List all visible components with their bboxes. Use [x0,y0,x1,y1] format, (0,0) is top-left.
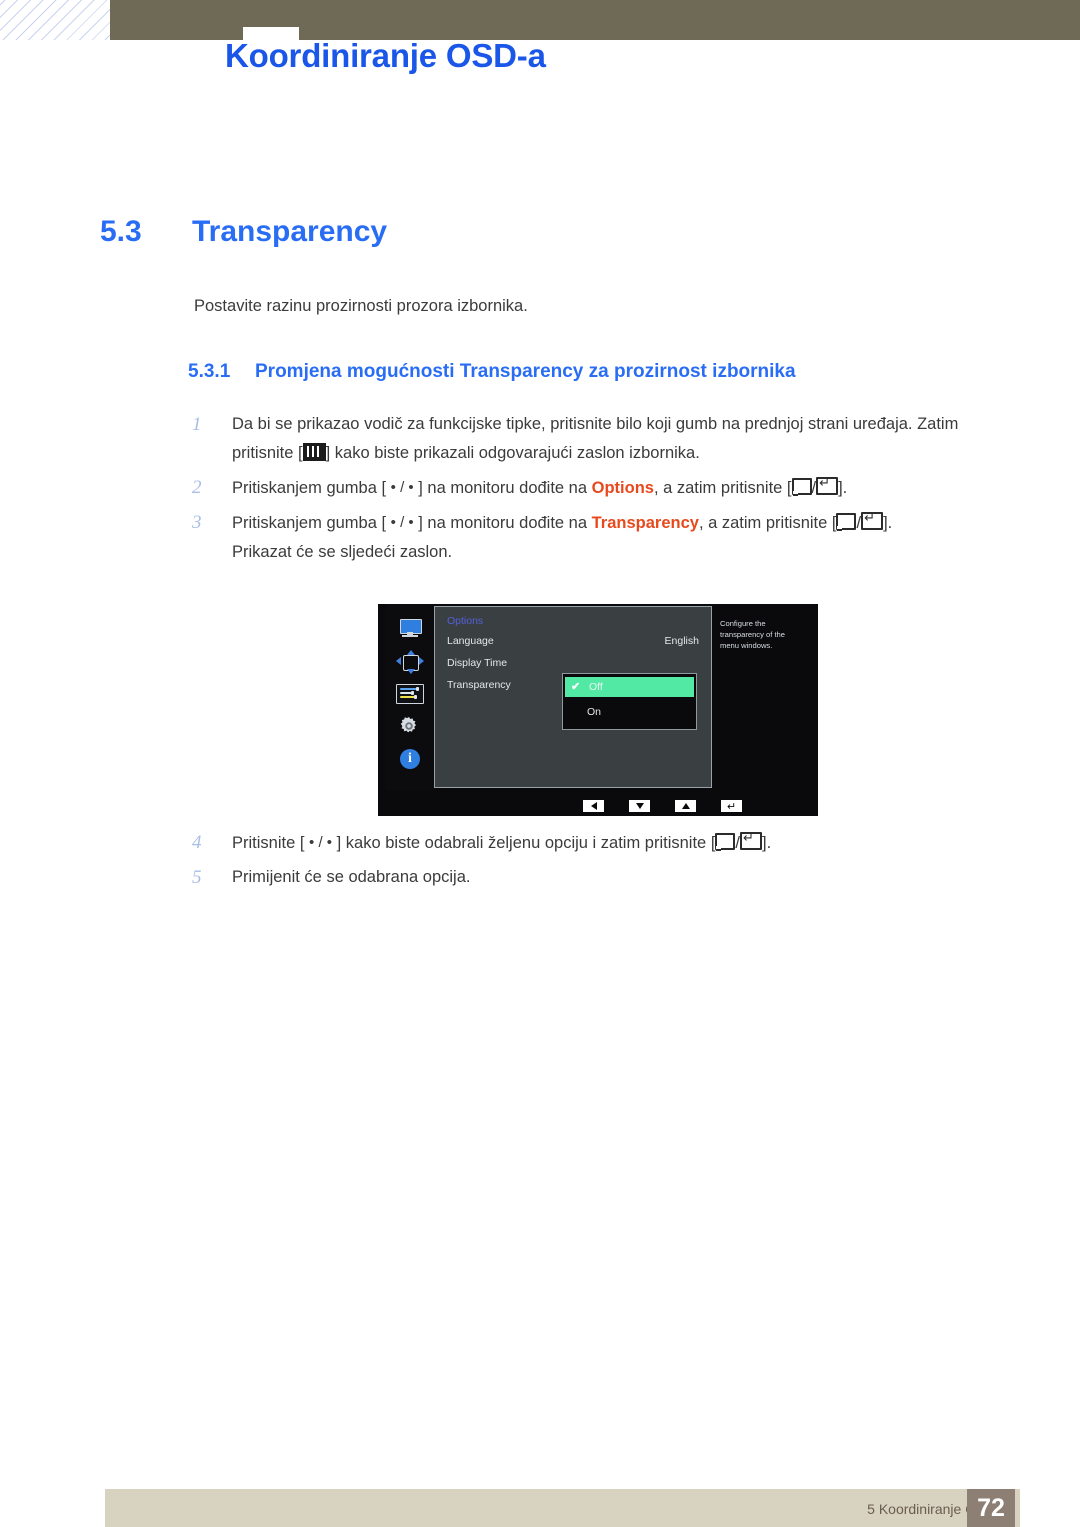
osd-screenshot-figure: i Options Language English Display Time … [378,604,818,816]
step-text-part: ]. [762,834,772,852]
step-text: Da bi se prikazao vodič za funkcijske ti… [232,410,1020,468]
return-rect-icon [791,478,812,496]
step-text: Primijenit će se odabrana opcija. [232,868,471,886]
gear-icon[interactable] [397,715,423,737]
step-text-part: ] na monitoru dođite na [413,479,592,497]
step-text: Pritiskanjem gumba [ • / • ] na monitoru… [232,508,1020,567]
info-glyph: i [400,749,420,769]
osd-nav-up-arrow-icon[interactable] [674,799,697,813]
step-text-line: Pritiskanjem gumba [ • / • ] na monitoru… [232,510,893,532]
page-title: Koordiniranje OSD-a [225,37,546,74]
step-text: Pritiskanjem gumba [ • / • ] na monitoru… [232,475,848,497]
osd-sidebar: i [386,604,434,790]
subsection-title: Promjena mogućnosti Transparency za proz… [255,361,796,382]
enter-glyph: ↵ [743,830,754,845]
step-text-part: ]. [883,514,893,532]
list-item: 4 Pritisnite [ • / • ] kako biste odabra… [188,828,1020,858]
step-note: Prikazat će se sljedeći zaslon. [232,543,453,561]
osd-stage: i Options Language English Display Time … [378,604,818,790]
osd-nav-enter-icon[interactable]: ↵ [720,799,743,813]
osd-nav-down-arrow-icon[interactable] [628,799,651,813]
info-icon[interactable]: i [397,748,423,770]
step-text: Pritisnite [ • / • ] kako biste odabrali… [232,830,772,852]
subsection-heading: 5.3.1 Promjena mogućnosti Transparency za… [188,361,796,383]
step-number: 1 [192,414,202,435]
step-text-part: , a zatim pritisnite [ [653,479,792,497]
section-title: Transparency [192,215,388,248]
updown-dots-label: • / • [390,479,414,496]
step-text-part: ] kako biste prikazali odgovarajući zasl… [325,444,700,462]
osd-row-display-time[interactable]: Display Time [447,657,507,669]
step-text-part: ] na monitoru dođite na [413,514,592,532]
subsection-number: 5.3.1 [188,361,231,382]
list-item: 3 Pritiskanjem gumba [ • / • ] na monito… [188,508,1020,567]
corner-hatch-decoration [0,0,110,40]
osd-option-on[interactable]: On [563,701,696,723]
osd-menu-panel: Options Language English Display Time Tr… [434,606,712,788]
section-number: 5.3 [100,215,142,248]
step-text-part: , a zatim pritisnite [ [698,514,837,532]
enter-glyph: ↵ [819,475,830,490]
position-arrows-icon[interactable] [396,650,424,674]
section-intro-text: Postavite razinu prozirnosti prozora izb… [194,297,528,315]
menu-term-highlight: Transparency [591,514,699,532]
menu-button-icon [302,443,326,461]
monitor-icon[interactable] [397,618,423,640]
return-rect-icon [715,833,736,851]
updown-dots-label: • / • [390,514,414,531]
osd-nav-left-arrow-icon[interactable] [582,799,605,813]
step-text-part: Pritiskanjem gumba [ [232,479,391,497]
osd-value-language: English [664,635,699,647]
step-number: 3 [192,512,202,533]
step-text-part: Pritiskanjem gumba [ [232,514,391,532]
enter-glyph: ↵ [864,510,875,525]
section-heading: 5.3 Transparency [100,215,387,249]
osd-option-off[interactable]: ✔ Off [565,677,694,697]
steps-list-continued: 4 Pritisnite [ • / • ] kako biste odabra… [188,828,1020,897]
osd-transparency-popup: ✔ Off On [562,673,697,730]
step-number: 5 [192,867,202,888]
step-text-part: ]. [838,479,848,497]
osd-option-off-label: Off [589,681,603,693]
osd-row-language[interactable]: Language [447,635,494,647]
enter-key-icon: ↵ [740,830,762,850]
step-text-part: ] kako biste odabrali željenu opciju i z… [332,834,716,852]
header-bar [110,0,1080,41]
return-rect-icon [836,513,857,531]
osd-row-transparency[interactable]: Transparency [447,679,511,691]
osd-help-text: Configure the transparency of the menu w… [712,606,810,788]
page-number: 72 [967,1489,1015,1527]
list-item: 5 Primijenit će se odabrana opcija. [188,863,1020,892]
steps-list: 1 Da bi se prikazao vodič za funkcijske … [188,410,1020,572]
osd-menu-title: Options [447,615,484,627]
osd-bottom-navbar: ↵ [386,797,810,815]
list-item: 1 Da bi se prikazao vodič za funkcijske … [188,410,1020,468]
enter-key-icon: ↵ [861,510,884,530]
enter-key-icon: ↵ [816,475,839,495]
step-number: 4 [192,832,202,853]
menu-term-highlight: Options [591,479,654,497]
picture-sliders-icon[interactable] [396,684,424,704]
list-item: 2 Pritiskanjem gumba [ • / • ] na monito… [188,473,1020,503]
step-number: 2 [192,477,202,498]
check-icon: ✔ [571,681,581,693]
updown-dots-label: • / • [309,834,333,851]
step-text-part: Pritisnite [ [232,834,310,852]
